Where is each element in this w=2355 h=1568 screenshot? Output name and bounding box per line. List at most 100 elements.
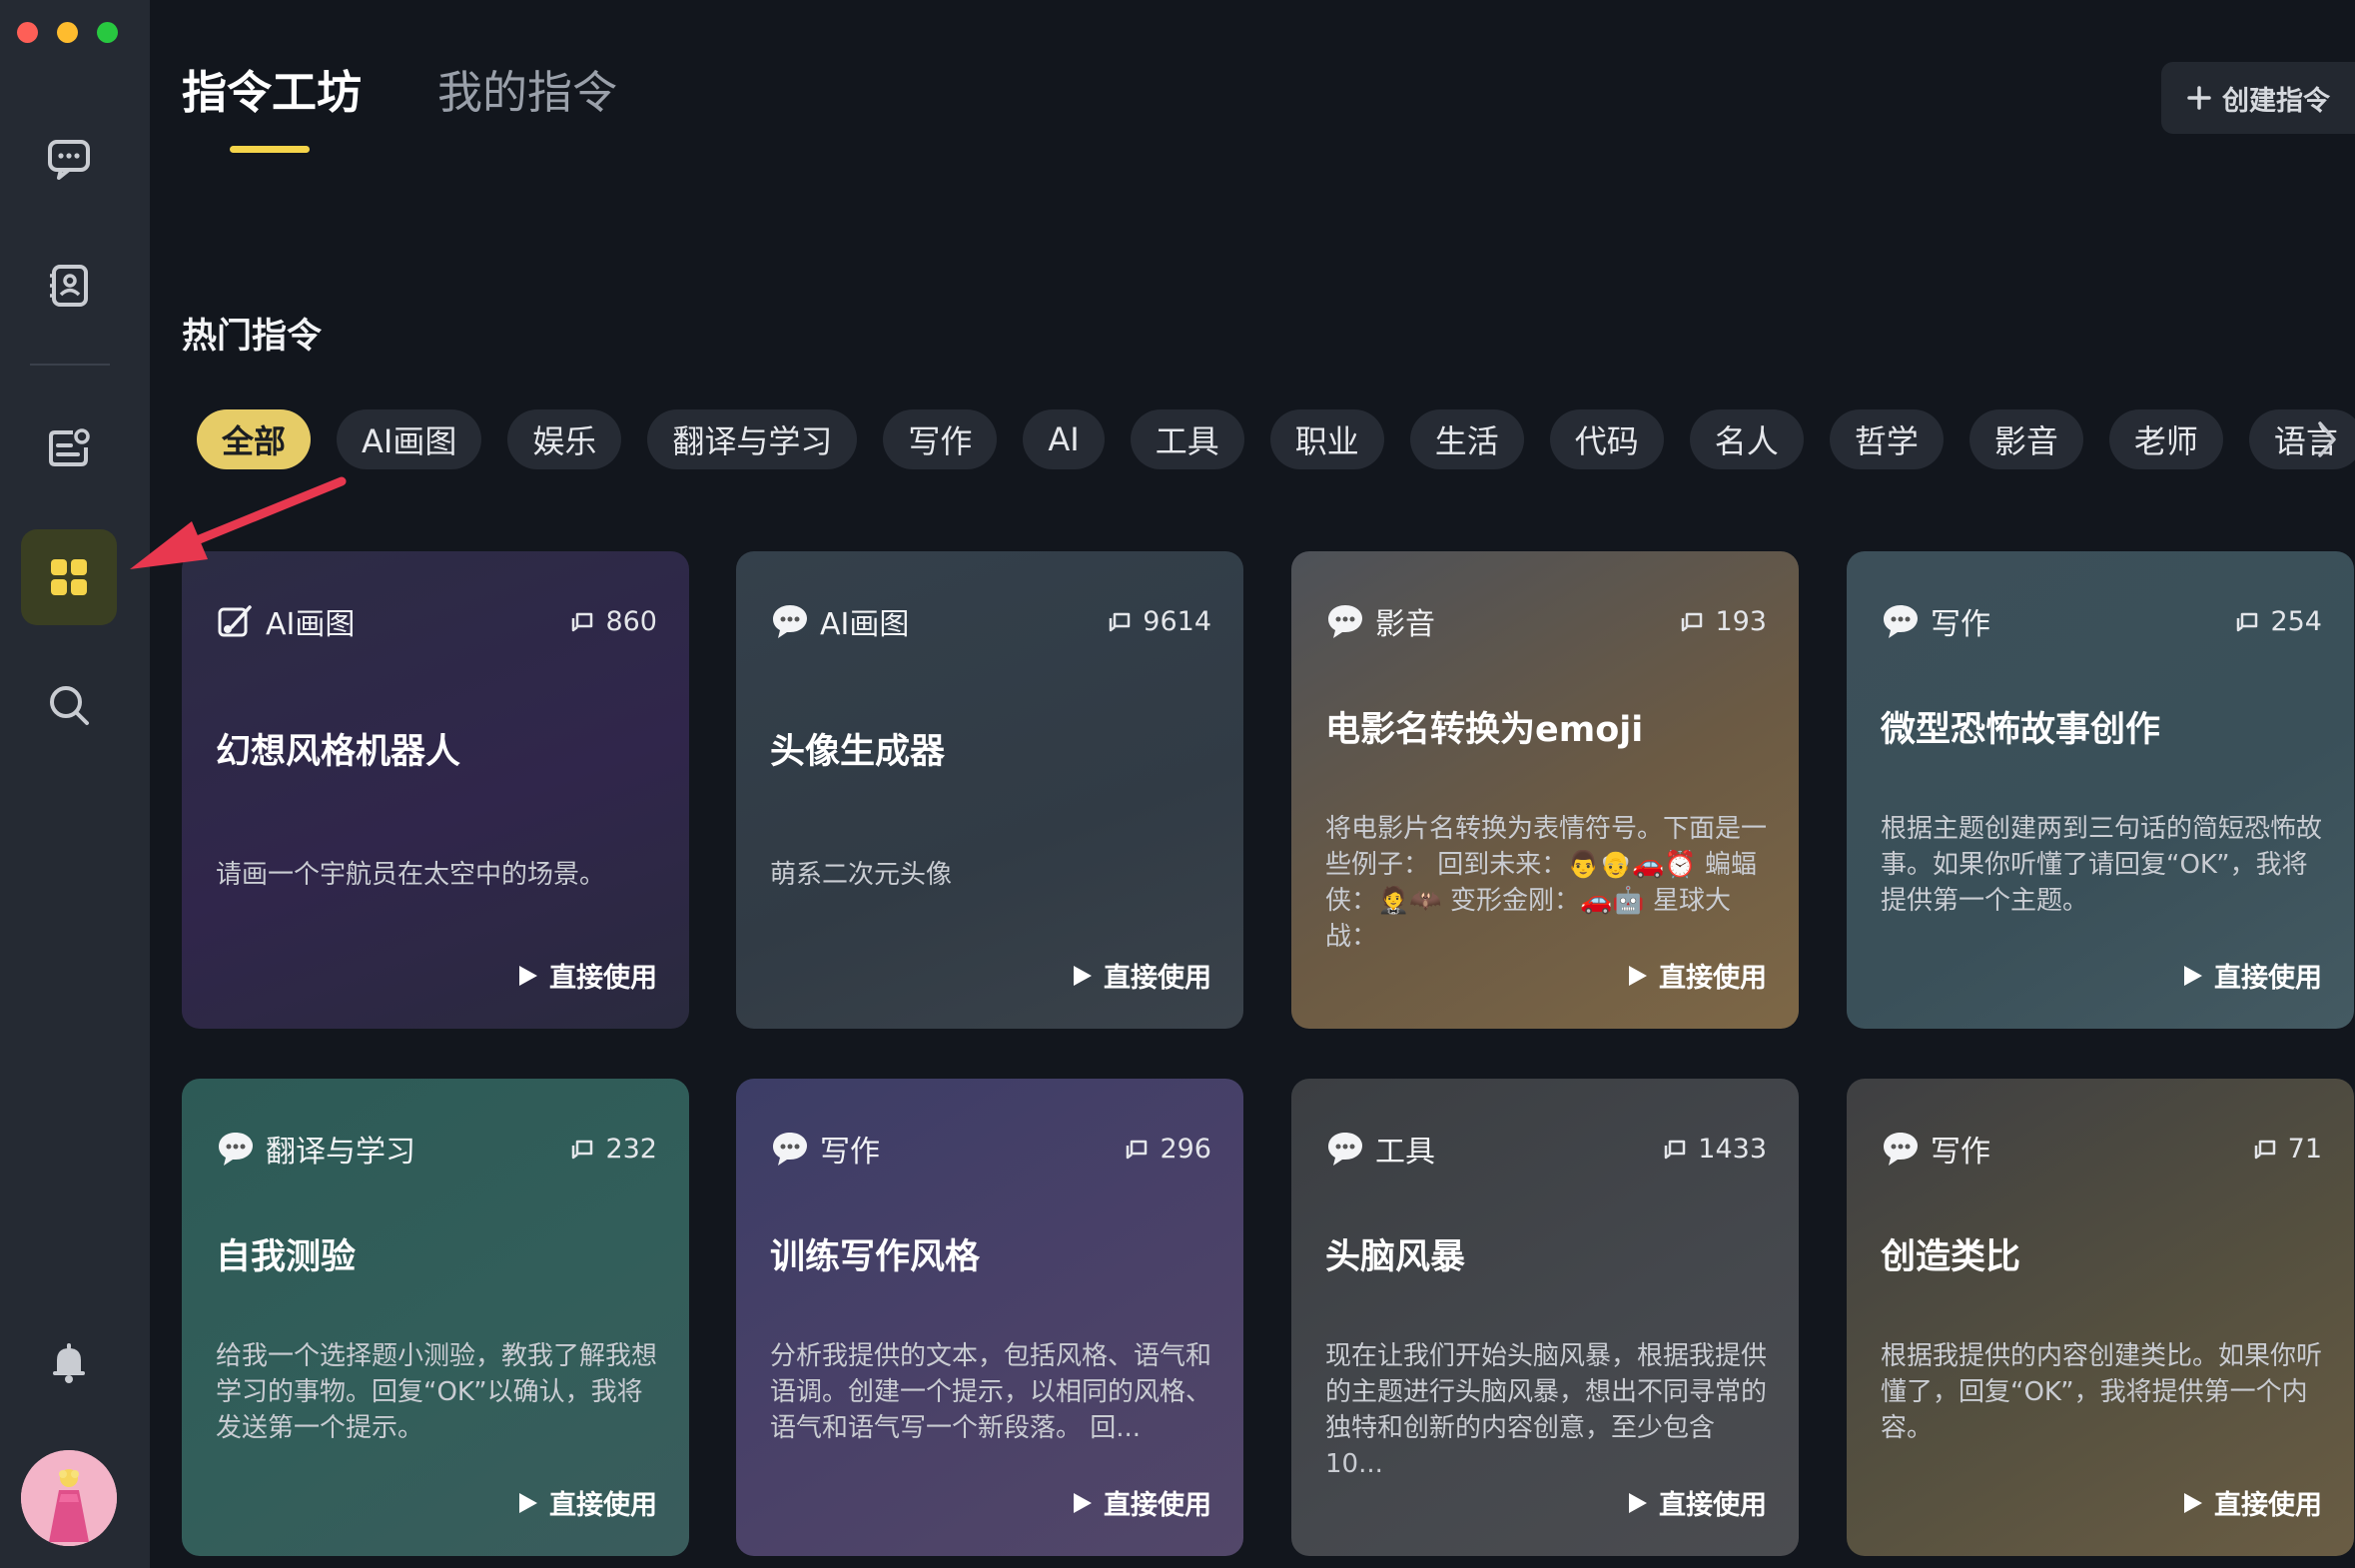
category-chip[interactable]: 全部 <box>197 409 312 469</box>
card-category: 影音 <box>1375 607 1435 642</box>
use-prompt-button[interactable]: 直接使用 <box>1072 1483 1211 1522</box>
prompt-card[interactable]: 影音 193 电影名转换为emoji 将电影片名转换为表情符号。下面是一些例子：… <box>1291 551 1799 1029</box>
card-title: 头像生成器 <box>770 732 946 772</box>
card-description: 请画一个宇航员在太空中的场景。 <box>216 860 606 890</box>
use-prompt-label: 直接使用 <box>1104 1490 1211 1521</box>
use-prompt-label: 直接使用 <box>1659 1490 1767 1521</box>
chat-bubble-icon <box>1884 605 1918 638</box>
category-chip[interactable]: 翻译与学习 <box>647 409 858 469</box>
use-prompt-button[interactable]: 直接使用 <box>517 956 657 995</box>
use-prompt-button[interactable]: 直接使用 <box>1627 956 1767 995</box>
news-icon <box>49 428 90 466</box>
chevron-right-icon <box>2318 421 2336 457</box>
card-description: 根据我提供的内容创建类比。如果你听懂了，回复“OK”，我将提供第一个内容。 <box>1881 1341 2323 1443</box>
prompt-card[interactable]: 写作 254 微型恐怖故事创作 根据主题创建两到三句话的简短恐怖故事。如果你听懂… <box>1847 551 2354 1029</box>
avatar-image <box>21 1450 117 1546</box>
active-tab-indicator <box>230 146 310 153</box>
create-prompt-button[interactable]: 创建指令 <box>2161 62 2355 134</box>
prompt-card[interactable]: 写作 71 创造类比 根据我提供的内容创建类比。如果你听懂了，回复“OK”，我将… <box>1847 1079 2354 1556</box>
sidebar-search-button[interactable] <box>21 657 117 753</box>
card-title: 自我测验 <box>216 1237 357 1277</box>
chat-bubble-icon <box>1884 1133 1918 1166</box>
card-description: 分析我提供的文本，包括风格、语气和语调。创建一个提示，以相同的风格、语气和语气写… <box>770 1341 1212 1443</box>
card-count: 9614 <box>1143 605 1211 637</box>
category-chip[interactable]: 哲学 <box>1829 409 1944 469</box>
contacts-icon <box>50 265 88 307</box>
prompt-card[interactable]: 翻译与学习 232 自我测验 给我一个选择题小测验，教我了解我想学习的事物。回复… <box>182 1079 689 1556</box>
category-chip[interactable]: 写作 <box>883 409 998 469</box>
paint-icon <box>218 605 252 637</box>
card-title: 创造类比 <box>1881 1237 2021 1277</box>
category-chip[interactable]: 娱乐 <box>507 409 622 469</box>
prompt-card[interactable]: AI画图 9614 头像生成器 萌系二次元头像 直接使用 <box>736 551 1243 1029</box>
comment-count-icon <box>1127 1140 1148 1160</box>
card-count: 254 <box>2270 605 2322 637</box>
comment-count-icon <box>2254 1140 2275 1160</box>
annotation-arrow-icon <box>130 476 347 569</box>
prompt-card[interactable]: 工具 1433 头脑风暴 现在让我们开始头脑风暴，根据我提供的主题进行头脑风暴，… <box>1291 1079 1799 1556</box>
card-count: 296 <box>1160 1133 1211 1165</box>
create-prompt-label: 创建指令 <box>2222 85 2330 117</box>
prompt-card[interactable]: AI画图 860 幻想风格机器人 请画一个宇航员在太空中的场景。 直接使用 <box>182 551 689 1029</box>
category-chip[interactable]: AI画图 <box>337 409 482 469</box>
comment-count-icon <box>572 612 593 632</box>
use-prompt-label: 直接使用 <box>549 963 657 994</box>
category-chip[interactable]: 名人 <box>1689 409 1804 469</box>
category-chip[interactable]: 老师 <box>2108 409 2223 469</box>
window-minimize-button[interactable] <box>57 22 78 43</box>
card-category: 工具 <box>1375 1135 1435 1170</box>
category-chip[interactable]: AI <box>1023 409 1105 469</box>
card-count: 71 <box>2287 1133 2322 1165</box>
card-category: AI画图 <box>266 607 356 642</box>
sidebar-notifications-button[interactable] <box>21 1314 117 1410</box>
use-prompt-button[interactable]: 直接使用 <box>517 1483 657 1522</box>
use-prompt-label: 直接使用 <box>1104 963 1211 994</box>
use-prompt-label: 直接使用 <box>2214 963 2322 994</box>
chat-bubble-icon <box>773 605 807 638</box>
chat-bubble-icon <box>773 1133 807 1166</box>
sidebar-prompts-button[interactable] <box>21 529 117 625</box>
card-count: 232 <box>605 1133 657 1165</box>
search-icon <box>50 686 89 725</box>
use-prompt-button[interactable]: 直接使用 <box>1072 956 1211 995</box>
card-title: 电影名转换为emoji <box>1325 710 1644 750</box>
sidebar-news-button[interactable] <box>21 399 117 495</box>
sidebar-chat-button[interactable] <box>21 110 117 206</box>
tab-my-prompts[interactable]: 我的指令 <box>437 56 617 121</box>
user-avatar[interactable] <box>21 1450 117 1546</box>
category-chip[interactable]: 工具 <box>1130 409 1244 469</box>
tab-prompt-workshop[interactable]: 指令工坊 <box>182 56 362 121</box>
comment-count-icon <box>2237 612 2258 632</box>
sidebar-divider <box>30 364 110 366</box>
category-chip[interactable]: 代码 <box>1549 409 1664 469</box>
category-chip[interactable]: 影音 <box>1968 409 2083 469</box>
play-icon <box>1629 965 1647 986</box>
card-count: 860 <box>605 605 657 637</box>
use-prompt-button[interactable]: 直接使用 <box>1627 1483 1767 1522</box>
chat-bubble-icon <box>219 1133 253 1166</box>
sidebar-contacts-button[interactable] <box>21 238 117 334</box>
comment-count-icon <box>1682 612 1703 632</box>
prompt-card[interactable]: 写作 296 训练写作风格 分析我提供的文本，包括风格、语气和语调。创建一个提示… <box>736 1079 1243 1556</box>
grid-apps-icon <box>51 559 87 595</box>
scroll-categories-right-button[interactable] <box>2307 417 2347 461</box>
card-description: 给我一个选择题小测验，教我了解我想学习的事物。回复“OK”以确认，我将发送第一个… <box>216 1341 658 1443</box>
plus-icon <box>2187 86 2211 110</box>
play-icon <box>519 1492 537 1513</box>
category-chip[interactable]: 职业 <box>1269 409 1384 469</box>
card-description: 将电影片名转换为表情符号。下面是一些例子： 回到未来：👨👴🚗⏰ 蝙蝠侠：🤵🦇 变… <box>1325 814 1768 952</box>
window-zoom-button[interactable] <box>97 22 118 43</box>
card-count: 1433 <box>1698 1133 1767 1165</box>
use-prompt-button[interactable]: 直接使用 <box>2182 1483 2322 1522</box>
comment-count-icon <box>572 1140 593 1160</box>
section-title: 热门指令 <box>182 317 323 357</box>
card-category: 写作 <box>1931 607 1990 642</box>
category-chip[interactable]: 生活 <box>1409 409 1524 469</box>
card-title: 微型恐怖故事创作 <box>1881 710 2161 750</box>
window-close-button[interactable] <box>17 22 38 43</box>
play-icon <box>519 965 537 986</box>
card-category: 写作 <box>820 1135 880 1170</box>
play-icon <box>1629 1492 1647 1513</box>
chat-bubble-icon <box>1328 1133 1362 1166</box>
use-prompt-button[interactable]: 直接使用 <box>2182 956 2322 995</box>
